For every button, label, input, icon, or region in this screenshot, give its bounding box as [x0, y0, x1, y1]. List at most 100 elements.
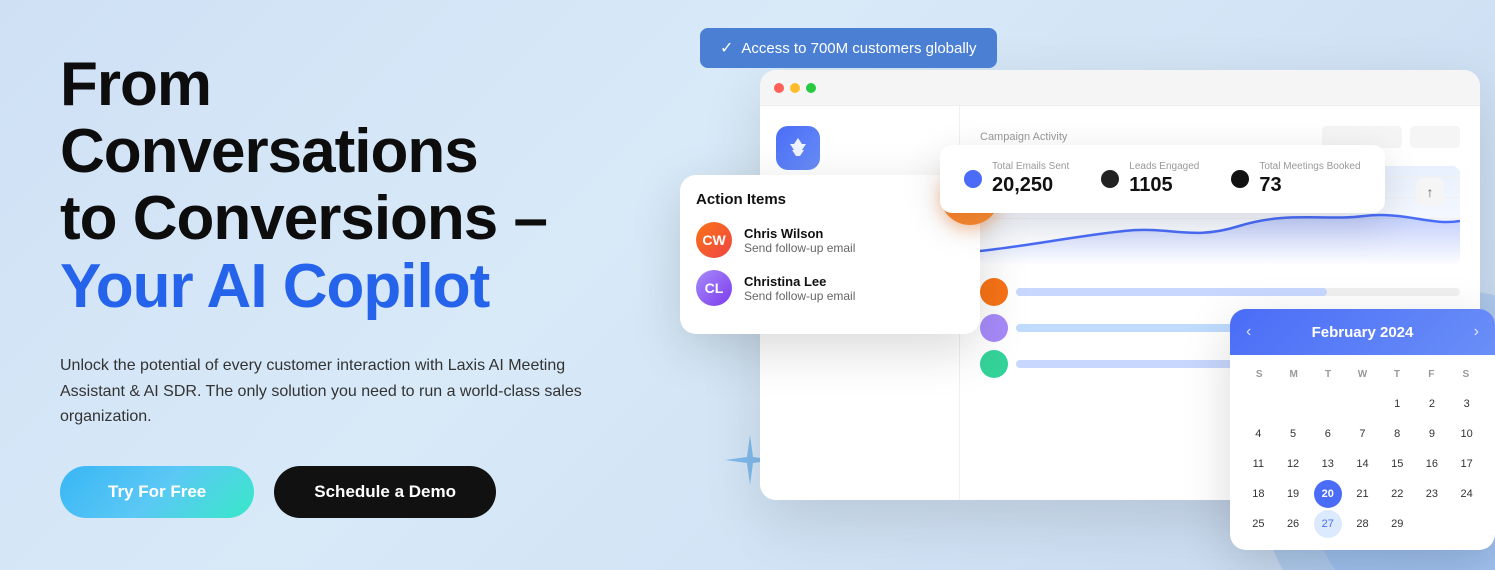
- day-name-s2: S: [1449, 367, 1483, 382]
- action-items-title: Action Items: [696, 191, 964, 208]
- cal-cell-7[interactable]: 7: [1348, 420, 1376, 448]
- upload-icon: ↑: [1416, 178, 1444, 206]
- cal-cell-23[interactable]: 23: [1418, 480, 1446, 508]
- cal-cell-19[interactable]: 19: [1279, 480, 1307, 508]
- cal-cell-empty-1: [1244, 390, 1272, 418]
- cal-cell-25[interactable]: 25: [1244, 510, 1272, 538]
- cal-cell-15[interactable]: 15: [1383, 450, 1411, 478]
- action-items-card: Action Items CW CW Chris Wilson Send fol…: [680, 175, 980, 334]
- cal-cell-empty-5: [1418, 510, 1446, 538]
- dot-red: [774, 83, 784, 93]
- cal-cell-12[interactable]: 12: [1279, 450, 1307, 478]
- access-badge: ✓ Access to 700M customers globally: [700, 28, 997, 68]
- cal-cell-9[interactable]: 9: [1418, 420, 1446, 448]
- stat-info-meetings: Total Meetings Booked 73: [1259, 161, 1360, 197]
- right-panel: ✓ Access to 700M customers globally Dash…: [680, 0, 1495, 570]
- calendar-header: ‹ February 2024 ›: [1230, 309, 1495, 355]
- cal-cell-5[interactable]: 5: [1279, 420, 1307, 448]
- cal-cell-28[interactable]: 28: [1348, 510, 1376, 538]
- headline: From Conversations to Conversions – Your…: [60, 52, 640, 321]
- cal-cell-16[interactable]: 16: [1418, 450, 1446, 478]
- action-desc-1: Send follow-up email: [744, 241, 964, 255]
- day-name-f: F: [1414, 367, 1448, 382]
- cal-cell-24[interactable]: 24: [1453, 480, 1481, 508]
- cal-cell-22[interactable]: 22: [1383, 480, 1411, 508]
- stats-overlay-card: Total Emails Sent 20,250 Leads Engaged 1…: [940, 145, 1385, 213]
- people-bar-1: [1016, 288, 1460, 296]
- headline-line1: From Conversations: [60, 50, 478, 186]
- cal-cell-13[interactable]: 13: [1314, 450, 1342, 478]
- day-name-m: M: [1276, 367, 1310, 382]
- avatar-chris: CW: [696, 222, 732, 258]
- schedule-demo-button[interactable]: Schedule a Demo: [274, 466, 496, 518]
- day-name-w: W: [1345, 367, 1379, 382]
- card-titlebar: [760, 70, 1480, 106]
- cal-cell-6[interactable]: 6: [1314, 420, 1342, 448]
- headline-line2: to Conversions –: [60, 184, 547, 253]
- people-bar-fill-1: [1016, 288, 1327, 296]
- cal-cell-14[interactable]: 14: [1348, 450, 1376, 478]
- calendar-month: February 2024: [1312, 324, 1414, 341]
- cal-cell-empty-2: [1279, 390, 1307, 418]
- cal-cell-26[interactable]: 26: [1279, 510, 1307, 538]
- cal-cell-empty-6: [1453, 510, 1481, 538]
- cal-cell-empty-3: [1314, 390, 1342, 418]
- stat-emails: Total Emails Sent 20,250: [964, 161, 1069, 197]
- stat-dot-blue: [964, 170, 982, 188]
- filter-pill-2: [1410, 126, 1460, 148]
- cal-cell-3[interactable]: 3: [1453, 390, 1481, 418]
- day-name-t2: T: [1380, 367, 1414, 382]
- calendar-prev-button[interactable]: ‹: [1246, 323, 1251, 341]
- sidebar-logo: [776, 126, 820, 170]
- stat-value-leads: 1105: [1129, 174, 1199, 197]
- cal-cell-1[interactable]: 1: [1383, 390, 1411, 418]
- badge-text: Access to 700M customers globally: [741, 40, 976, 57]
- calendar-next-button[interactable]: ›: [1474, 323, 1479, 341]
- try-free-button[interactable]: Try For Free: [60, 466, 254, 518]
- cal-cell-8[interactable]: 8: [1383, 420, 1411, 448]
- cal-cell-17[interactable]: 17: [1453, 450, 1481, 478]
- cal-cell-20-selected[interactable]: 20: [1314, 480, 1342, 508]
- stat-label-meetings: Total Meetings Booked: [1259, 161, 1360, 172]
- cal-cell-18[interactable]: 18: [1244, 480, 1272, 508]
- hero-section: From Conversations to Conversions – Your…: [0, 0, 1495, 570]
- check-icon: ✓: [720, 38, 733, 58]
- action-name-2: Christina Lee: [744, 274, 964, 289]
- cal-cell-2[interactable]: 2: [1418, 390, 1446, 418]
- stat-value-emails: 20,250: [992, 174, 1069, 197]
- stat-info-emails: Total Emails Sent 20,250: [992, 161, 1069, 197]
- campaign-label: Campaign Activity: [980, 131, 1067, 143]
- left-panel: From Conversations to Conversions – Your…: [0, 0, 680, 570]
- action-item-2: CL Christina Lee Send follow-up email: [696, 270, 964, 306]
- avatar-christina: CL: [696, 270, 732, 306]
- cal-cell-empty-4: [1348, 390, 1376, 418]
- stat-dot-dark: [1101, 170, 1119, 188]
- people-bar-fill-2: [1016, 324, 1238, 332]
- stat-info-leads: Leads Engaged 1105: [1129, 161, 1199, 197]
- dot-green: [806, 83, 816, 93]
- hero-subtext: Unlock the potential of every customer i…: [60, 353, 620, 430]
- people-avatar-1: [980, 278, 1008, 306]
- headline-blue: Your AI Copilot: [60, 252, 489, 321]
- cta-buttons: Try For Free Schedule a Demo: [60, 466, 640, 518]
- action-item-1: CW Chris Wilson Send follow-up email: [696, 222, 964, 258]
- day-name-s1: S: [1242, 367, 1276, 382]
- cal-cell-29[interactable]: 29: [1383, 510, 1411, 538]
- people-row-1: [980, 278, 1460, 306]
- cal-cell-10[interactable]: 10: [1453, 420, 1481, 448]
- stat-meetings: Total Meetings Booked 73: [1231, 161, 1360, 197]
- action-text-2: Christina Lee Send follow-up email: [744, 274, 964, 303]
- cal-cell-27-light[interactable]: 27: [1314, 510, 1342, 538]
- action-desc-2: Send follow-up email: [744, 289, 964, 303]
- action-name-1: Chris Wilson: [744, 226, 964, 241]
- people-avatar-2: [980, 314, 1008, 342]
- stat-value-meetings: 73: [1259, 174, 1360, 197]
- cal-cell-4[interactable]: 4: [1244, 420, 1272, 448]
- stat-dot-black: [1231, 170, 1249, 188]
- calendar-grid: 1 2 3 4 5 6 7 8 9 10 11 12 13 14 15: [1242, 390, 1483, 538]
- cal-cell-11[interactable]: 11: [1244, 450, 1272, 478]
- stat-label-leads: Leads Engaged: [1129, 161, 1199, 172]
- calendar-day-names: S M T W T F S: [1242, 367, 1483, 382]
- cal-cell-21[interactable]: 21: [1348, 480, 1376, 508]
- calendar-card: ‹ February 2024 › S M T W T F S: [1230, 309, 1495, 550]
